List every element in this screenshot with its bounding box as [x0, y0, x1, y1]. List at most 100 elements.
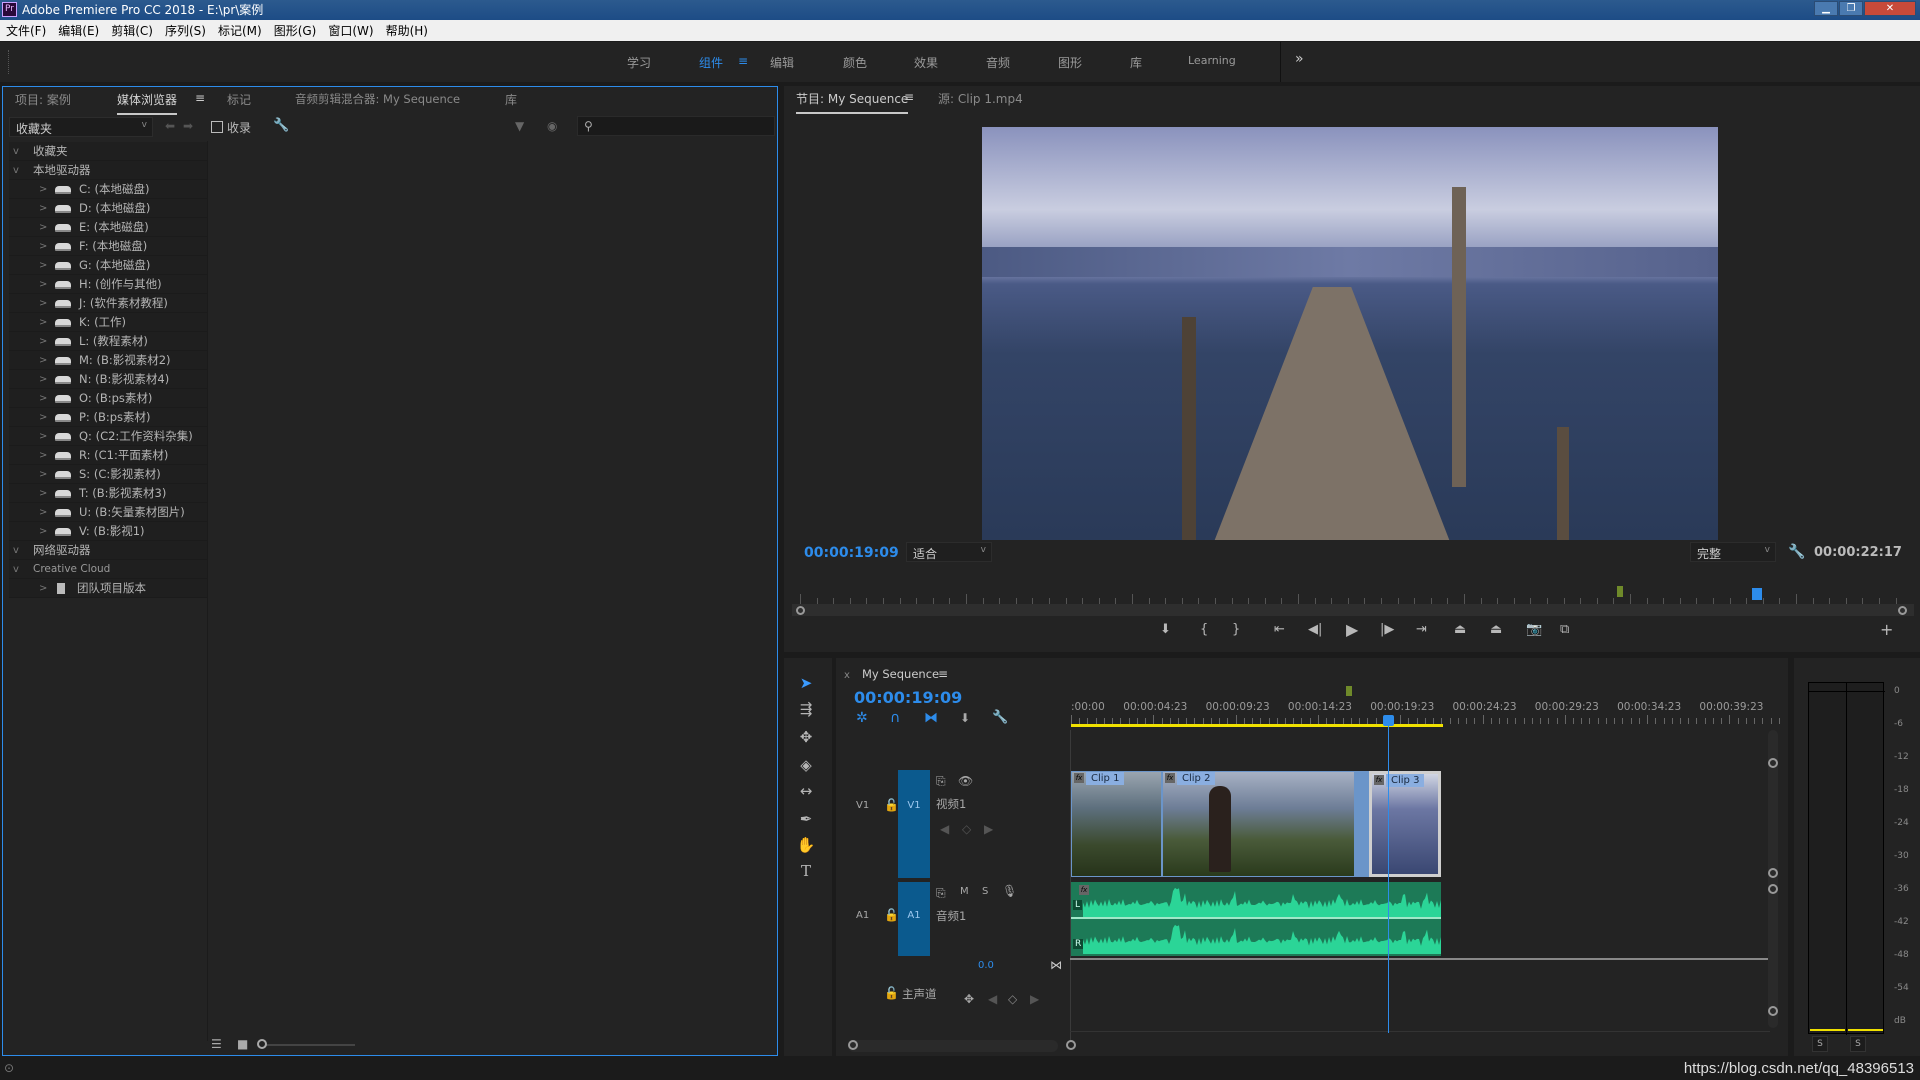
- tree-drive[interactable]: > H: (创作与其他): [9, 275, 207, 294]
- tab-libraries[interactable]: 库: [505, 91, 517, 108]
- forward-arrow-icon[interactable]: ➡: [183, 119, 193, 133]
- tree-drive[interactable]: > E: (本地磁盘): [9, 218, 207, 237]
- hand-tool-icon[interactable]: ✋: [794, 834, 818, 856]
- panel-menu-icon[interactable]: ≡: [904, 90, 914, 104]
- timeline-settings-wrench-icon[interactable]: 🔧: [992, 710, 1008, 725]
- slip-tool-icon[interactable]: ↔: [794, 780, 818, 802]
- tree-network-drives[interactable]: v 网络驱动器: [9, 541, 207, 560]
- audio-clip[interactable]: fx L R: [1071, 882, 1441, 956]
- keyframe-options-icon[interactable]: ✥: [964, 992, 974, 1006]
- expand-chevron-icon[interactable]: >: [39, 199, 47, 218]
- scroll-handle[interactable]: [1768, 758, 1778, 768]
- go-to-out-icon[interactable]: ⇥: [1416, 622, 1427, 637]
- expand-chevron-icon[interactable]: >: [39, 218, 47, 237]
- prev-keyframe-icon[interactable]: ◀: [988, 992, 997, 1006]
- tree-drive[interactable]: > M: (B:影视素材2): [9, 351, 207, 370]
- pen-tool-icon[interactable]: ✒: [794, 808, 818, 830]
- expand-chevron-icon[interactable]: >: [39, 465, 47, 484]
- menu-sequence[interactable]: 序列(S): [165, 22, 206, 39]
- tab-sequence[interactable]: My Sequence: [862, 667, 939, 681]
- video-clip-2[interactable]: fx Clip 2: [1162, 771, 1355, 877]
- scroll-handle-left[interactable]: [796, 606, 805, 615]
- mute-button[interactable]: M: [960, 886, 969, 897]
- workspace-graphics[interactable]: 图形: [1058, 54, 1082, 71]
- menu-edit[interactable]: 编辑(E): [58, 22, 99, 39]
- menu-file[interactable]: 文件(F): [6, 22, 46, 39]
- expand-chevron-icon[interactable]: >: [39, 351, 47, 370]
- search-input[interactable]: ⚲: [577, 116, 775, 136]
- tree-creative-cloud[interactable]: v Creative Cloud: [9, 560, 207, 579]
- tab-source[interactable]: 源: Clip 1.mp4: [938, 90, 1023, 107]
- type-tool-icon[interactable]: T: [794, 860, 818, 882]
- program-current-timecode[interactable]: 00:00:19:09: [804, 545, 899, 561]
- expand-chevron-icon[interactable]: >: [39, 256, 47, 275]
- expand-chevron-icon[interactable]: >: [39, 446, 47, 465]
- source-patch-a1[interactable]: A1: [856, 910, 869, 921]
- horizontal-zoom-scrollbar[interactable]: [848, 1040, 1058, 1052]
- expand-chevron-icon[interactable]: >: [39, 370, 47, 389]
- workspace-editing[interactable]: 编辑: [770, 54, 794, 71]
- video-clip-1[interactable]: fx Clip 1: [1071, 771, 1162, 877]
- ripple-edit-tool-icon[interactable]: ✥: [794, 726, 818, 748]
- timeline-timecode[interactable]: 00:00:19:09: [854, 688, 962, 707]
- sync-lock-icon[interactable]: ⎘: [936, 886, 946, 901]
- tree-drive[interactable]: > N: (B:影视素材4): [9, 370, 207, 389]
- list-view-icon[interactable]: ☰: [211, 1037, 222, 1051]
- expand-chevron-icon[interactable]: >: [39, 237, 47, 256]
- expand-chevron-icon[interactable]: >: [39, 332, 47, 351]
- tree-drive[interactable]: > R: (C1:平面素材): [9, 446, 207, 465]
- menu-clip[interactable]: 剪辑(C): [111, 22, 153, 39]
- target-track-v1[interactable]: V1: [898, 770, 930, 878]
- solo-button[interactable]: S: [982, 886, 988, 897]
- tab-media-browser[interactable]: 媒体浏览器: [117, 91, 178, 115]
- icon-view-icon[interactable]: ■: [237, 1037, 248, 1051]
- tree-drive[interactable]: > G: (本地磁盘): [9, 256, 207, 275]
- menu-graphics[interactable]: 图形(G): [274, 22, 317, 39]
- toggle-sync-lock-icon[interactable]: ⎘: [936, 774, 946, 789]
- tree-drive[interactable]: > F: (本地磁盘): [9, 237, 207, 256]
- add-marker-icon[interactable]: ⬇: [1160, 622, 1171, 637]
- add-marker-icon[interactable]: ⬇: [960, 711, 970, 725]
- close-button[interactable]: ✕: [1864, 1, 1916, 16]
- lock-icon[interactable]: 🔓: [884, 798, 899, 812]
- mark-in-icon[interactable]: {: [1200, 622, 1208, 637]
- tree-drive[interactable]: > V: (B:影视1): [9, 522, 207, 541]
- solo-right-button[interactable]: S: [1850, 1036, 1866, 1052]
- source-patch-v1[interactable]: V1: [856, 800, 869, 811]
- extract-icon[interactable]: ⏏: [1490, 622, 1502, 637]
- more-workspaces-icon[interactable]: »: [1295, 51, 1304, 67]
- prev-keyframe-icon[interactable]: ◀: [940, 822, 949, 836]
- workspace-menu-icon[interactable]: ≡: [738, 54, 748, 68]
- expand-chevron-icon[interactable]: >: [39, 427, 47, 446]
- expand-chevron-icon[interactable]: >: [39, 408, 47, 427]
- next-keyframe-icon[interactable]: ▶: [1030, 992, 1039, 1006]
- toggle-output-eye-icon[interactable]: 👁: [958, 774, 973, 788]
- video-clip-3[interactable]: fx Clip 3: [1369, 771, 1441, 877]
- vertical-scrollbar[interactable]: [1768, 730, 1778, 1028]
- tree-drive[interactable]: > J: (软件素材教程): [9, 294, 207, 313]
- tree-team-projects[interactable]: > 团队项目版本: [9, 579, 207, 598]
- menu-help[interactable]: 帮助(H): [386, 22, 428, 39]
- settings-wrench-icon[interactable]: 🔧: [1788, 544, 1805, 560]
- export-frame-icon[interactable]: 📷: [1526, 622, 1542, 637]
- drag-handle[interactable]: [8, 50, 11, 74]
- tree-local-drives[interactable]: v 本地驱动器: [9, 161, 207, 180]
- wrench-icon[interactable]: 🔧: [273, 118, 289, 133]
- expand-chevron-icon[interactable]: >: [39, 484, 47, 503]
- tab-program[interactable]: 节目: My Sequence: [796, 90, 909, 114]
- scroll-handle[interactable]: [1768, 1006, 1778, 1016]
- track-name-v1[interactable]: 视频1: [936, 796, 966, 812]
- tree-favorites[interactable]: v 收藏夹: [9, 142, 207, 161]
- target-track-a1[interactable]: A1: [898, 882, 930, 956]
- panel-menu-icon[interactable]: ≡: [938, 667, 948, 681]
- play-icon[interactable]: ▶: [1346, 620, 1358, 639]
- workspace-color[interactable]: 颜色: [843, 54, 867, 71]
- back-arrow-icon[interactable]: ⬅: [165, 119, 175, 133]
- tree-drive[interactable]: > C: (本地磁盘): [9, 180, 207, 199]
- tab-project[interactable]: 项目: 案例: [15, 91, 71, 108]
- filter-icon[interactable]: ▼: [515, 119, 524, 133]
- workspace-audio[interactable]: 音频: [986, 54, 1010, 71]
- workspace-learn[interactable]: 学习: [627, 54, 651, 71]
- tree-drive[interactable]: > S: (C:影视素材): [9, 465, 207, 484]
- scroll-handle-left[interactable]: [848, 1040, 858, 1050]
